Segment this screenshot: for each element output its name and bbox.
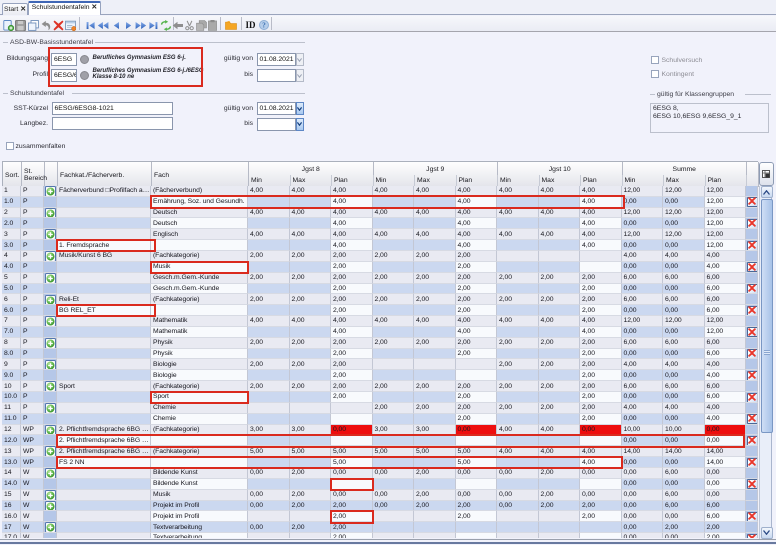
svg-text:?: ? — [262, 21, 266, 29]
